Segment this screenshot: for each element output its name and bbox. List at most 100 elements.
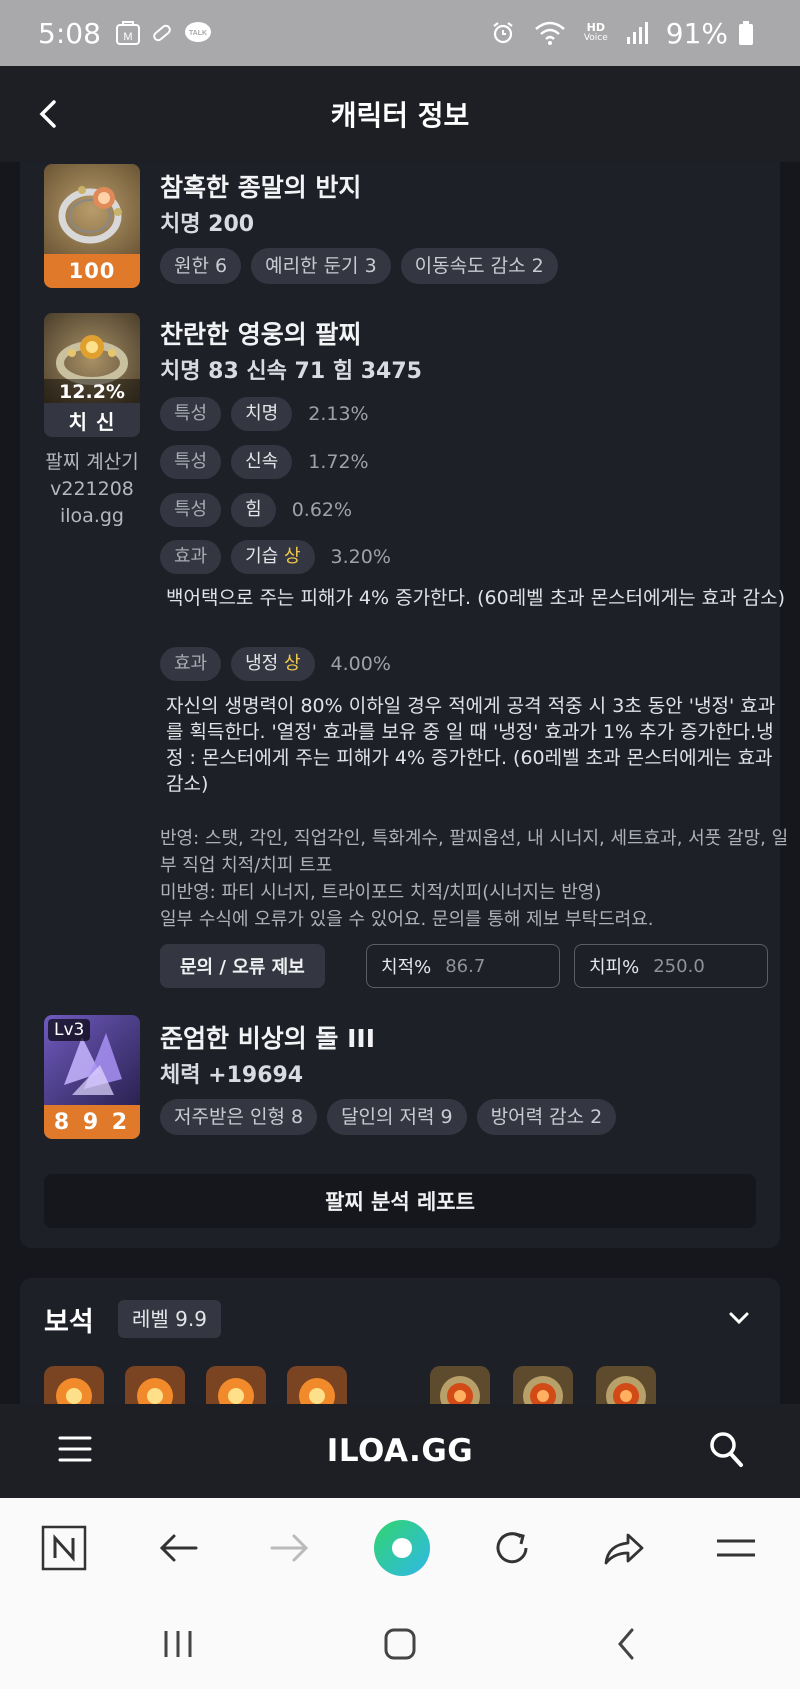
- share-icon[interactable]: [598, 1522, 650, 1574]
- engraving-tag: 달인의 저력 9: [327, 1099, 467, 1135]
- bracelet-analysis-report-button[interactable]: 팔찌 분석 레포트: [44, 1174, 756, 1228]
- svg-text:TALK: TALK: [189, 30, 207, 37]
- site-bottom-bar: ILOA.GG: [0, 1404, 800, 1498]
- ring-item[interactable]: 100 참혹한 종말의 반지 치명 200 원한 6 예리한 둔기 3 이동속도…: [44, 164, 756, 288]
- engraving-tag: 저주받은 인형 8: [160, 1099, 318, 1135]
- calc-site: iloa.gg: [60, 505, 124, 527]
- gems-level-badge: 레벨 9.9: [118, 1300, 221, 1338]
- engraving-tag: 원한 6: [160, 248, 242, 284]
- ring-name: 참혹한 종말의 반지: [160, 173, 362, 202]
- line-name: 힘: [231, 493, 276, 527]
- engraving-tag: 이동속도 감소 2: [400, 248, 558, 284]
- crit-rate-label: 치적%: [381, 957, 432, 978]
- report-error-button[interactable]: 문의 / 오류 제보: [160, 944, 325, 988]
- crit-rate-value: 86.7: [445, 955, 486, 977]
- refresh-icon[interactable]: [486, 1522, 538, 1574]
- signal-icon: [626, 21, 648, 45]
- stone-stat: 체력 +19694: [160, 1063, 304, 1088]
- effect-description: 자신의 생명력이 80% 이하일 경우 적에게 공격 적중 시 3초 동안 '냉…: [166, 695, 776, 795]
- bracelet-stat-label: 치 신: [44, 403, 140, 437]
- gem-icon[interactable]: [513, 1366, 573, 1404]
- ring-engravings: 원한 6 예리한 둔기 3 이동속도 감소 2: [160, 248, 558, 284]
- ability-stone-icon: Lv3: [44, 1015, 140, 1107]
- stone-engravings: 저주받은 인형 8 달인의 저력 9 방어력 감소 2: [160, 1099, 617, 1135]
- gem-icon[interactable]: [596, 1366, 656, 1404]
- calculator-notes: 반영: 스탯, 각인, 직업각인, 특화계수, 팔찌옵션, 내 시너지, 세트효…: [160, 825, 800, 933]
- wifi-icon: [534, 20, 566, 46]
- effect-description: 백어택으로 주는 피해가 4% 증가한다. (60레벨 초과 몬스터에게는 효과…: [166, 587, 785, 609]
- hamburger-menu-icon[interactable]: [58, 1434, 92, 1468]
- page-title: 캐릭터 정보: [330, 99, 470, 132]
- browser-toolbar: [0, 1498, 800, 1598]
- line-kind: 효과: [160, 647, 222, 681]
- m-badge-icon: M: [115, 20, 141, 46]
- line-kind: 특성: [160, 445, 222, 479]
- battery-percent: 91%: [665, 16, 728, 50]
- note-line: 일부 수식에 오류가 있을 수 있어요. 문의를 통해 제보 부탁드려요.: [160, 909, 654, 930]
- bracelet-line: 특성 치명 2.13%: [160, 397, 369, 431]
- bracelet-line: 특성 신속 1.72%: [160, 445, 369, 479]
- nav-back-icon[interactable]: [600, 1620, 652, 1668]
- ring-icon: [44, 164, 140, 256]
- calc-version: v221208: [50, 478, 134, 500]
- line-pct: 3.20%: [330, 546, 391, 568]
- crit-rate-field[interactable]: 치적% 86.7: [366, 944, 560, 988]
- accessory-card: 100 참혹한 종말의 반지 치명 200 원한 6 예리한 둔기 3 이동속도…: [20, 162, 788, 1248]
- bracelet-calculator-info: 팔찌 계산기 v221208 iloa.gg: [44, 449, 140, 530]
- crit-damage-field[interactable]: 치피% 250.0: [574, 944, 768, 988]
- bracelet-line: 특성 힘 0.62%: [160, 493, 352, 527]
- line-pct: 1.72%: [308, 451, 369, 473]
- ring-quality: 100: [44, 254, 140, 288]
- ability-stone-item[interactable]: Lv3 8 9 2 준엄한 비상의 돌 III 체력 +19694 저주받은 인…: [44, 1015, 756, 1145]
- talk-icon: TALK: [183, 20, 213, 46]
- bandage-icon: [149, 20, 175, 46]
- gem-icon[interactable]: [206, 1366, 266, 1404]
- gem-icon[interactable]: [430, 1366, 490, 1404]
- gems-title: 보석: [44, 1307, 94, 1338]
- app-header: 캐릭터 정보: [0, 66, 800, 162]
- chevron-down-icon[interactable]: [728, 1310, 750, 1329]
- naver-home-icon[interactable]: [38, 1522, 90, 1574]
- line-name: 치명: [231, 397, 293, 431]
- gem-icon[interactable]: [44, 1366, 104, 1404]
- bracelet-icon: 12.2%: [44, 313, 140, 405]
- bracelet-stat: 치명 83 신속 71 힘 3475: [160, 359, 422, 384]
- android-nav-bar: [0, 1598, 800, 1689]
- status-time: 5:08: [38, 16, 101, 50]
- back-arrow-icon[interactable]: [36, 94, 76, 134]
- battery-icon: [738, 20, 754, 46]
- line-grade: 상: [283, 546, 301, 567]
- engraving-tag: 예리한 둔기 3: [251, 248, 391, 284]
- note-line: 반영: 스탯, 각인, 직업각인, 특화계수, 팔찌옵션, 내 시너지, 세트효…: [160, 828, 789, 876]
- line-grade: 상: [283, 653, 301, 674]
- line-kind: 특성: [160, 397, 222, 431]
- line-kind: 특성: [160, 493, 222, 527]
- stone-name: 준엄한 비상의 돌 III: [160, 1024, 376, 1053]
- line-pct: 2.13%: [308, 403, 369, 425]
- search-icon[interactable]: [708, 1430, 744, 1472]
- home-icon[interactable]: [374, 1620, 426, 1668]
- alarm-icon: [490, 20, 516, 46]
- note-line: 미반영: 파티 시너지, 트라이포드 치적/치피(시너지는 반영): [160, 882, 602, 903]
- gems-card[interactable]: 보석 레벨 9.9: [20, 1278, 780, 1404]
- site-logo[interactable]: ILOA.GG: [327, 1433, 473, 1469]
- line-name: 신속: [231, 445, 293, 479]
- bracelet-line: 효과 냉정 상 4.00%: [160, 647, 391, 681]
- bracelet-line: 효과 기습 상 3.20%: [160, 540, 391, 574]
- crit-damage-value: 250.0: [653, 955, 705, 977]
- bracelet-name: 찬란한 영웅의 팔찌: [160, 320, 362, 349]
- line-name: 기습 상: [231, 540, 315, 574]
- line-name: 냉정 상: [231, 647, 315, 681]
- gem-icon[interactable]: [125, 1366, 185, 1404]
- green-dot-icon[interactable]: [372, 1518, 432, 1578]
- crit-damage-label: 치피%: [589, 957, 640, 978]
- content-area[interactable]: 100 참혹한 종말의 반지 치명 200 원한 6 예리한 둔기 3 이동속도…: [0, 162, 800, 1404]
- browser-forward-icon: [264, 1522, 316, 1574]
- ring-stat: 치명 200: [160, 212, 255, 237]
- status-bar: 5:08 M TALK HD Voice 91%: [0, 0, 800, 66]
- browser-menu-icon[interactable]: [710, 1522, 762, 1574]
- browser-back-icon[interactable]: [152, 1522, 204, 1574]
- gem-icon[interactable]: [287, 1366, 347, 1404]
- recent-apps-icon[interactable]: [152, 1620, 204, 1668]
- svg-text:M: M: [123, 31, 132, 43]
